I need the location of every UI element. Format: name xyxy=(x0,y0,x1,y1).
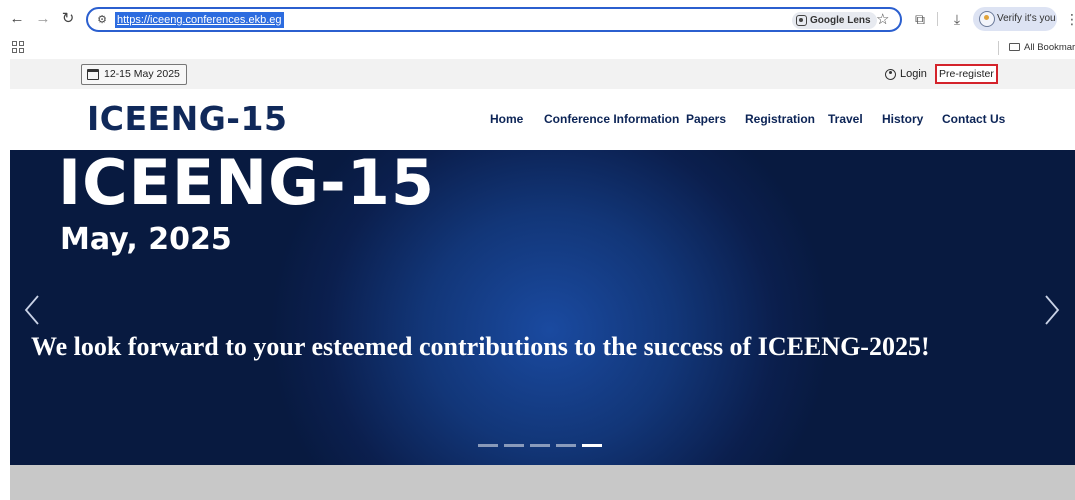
nav-history[interactable]: History xyxy=(882,111,923,127)
nav-registration[interactable]: Registration xyxy=(745,111,815,127)
google-lens-button[interactable]: Google Lens xyxy=(792,12,877,29)
site-header: ICEENG-15 Home Conference Information Pa… xyxy=(10,89,1075,150)
hero-carousel: ICEENG-15 May, 2025 We look forward to y… xyxy=(10,150,1075,465)
verify-label: Verify it's you xyxy=(997,13,1056,24)
star-icon[interactable]: ☆ xyxy=(876,11,889,29)
all-bookmarks-label: All Bookmark xyxy=(1024,42,1075,53)
nav-travel[interactable]: Travel xyxy=(828,111,863,127)
hero-subtitle: May, 2025 xyxy=(60,222,232,257)
user-icon xyxy=(885,68,896,80)
carousel-prev-button[interactable] xyxy=(20,290,46,330)
reload-icon[interactable]: ↻ xyxy=(58,9,78,29)
apps-icon[interactable] xyxy=(12,41,24,53)
chevron-left-icon xyxy=(24,295,39,325)
pre-register-link[interactable]: Pre-register xyxy=(935,64,998,84)
address-bar[interactable]: ⚙ https://iceeng.conferences.ekb.eg Goog… xyxy=(86,7,902,32)
login-label: Login xyxy=(900,68,927,80)
back-icon[interactable]: ← xyxy=(7,9,27,29)
carousel-indicators xyxy=(478,444,602,447)
browser-toolbar: ← → ↻ ⚙ https://iceeng.conferences.ekb.e… xyxy=(0,0,1075,38)
profile-badge-icon xyxy=(979,11,995,27)
nav-conference-information[interactable]: Conference Information xyxy=(544,111,679,127)
carousel-indicator[interactable] xyxy=(504,444,524,447)
carousel-next-button[interactable] xyxy=(1038,290,1064,330)
nav-contact-us[interactable]: Contact Us xyxy=(942,111,1005,127)
bookmarks-divider xyxy=(998,41,999,55)
carousel-indicator[interactable] xyxy=(556,444,576,447)
conference-date-text: 12-15 May 2025 xyxy=(104,68,180,80)
bookmarks-bar: All Bookmark xyxy=(0,38,1075,58)
verify-profile-button[interactable]: Verify it's you xyxy=(973,7,1057,31)
google-lens-icon xyxy=(796,15,807,26)
site-topbar: 12-15 May 2025 Login Pre-register xyxy=(10,59,1075,89)
carousel-indicator[interactable] xyxy=(478,444,498,447)
login-link[interactable]: Login xyxy=(885,66,927,82)
chevron-right-icon xyxy=(1045,295,1060,325)
folder-icon xyxy=(1009,43,1020,51)
nav-papers[interactable]: Papers xyxy=(686,111,726,127)
page-section-below xyxy=(10,465,1075,500)
all-bookmarks-button[interactable]: All Bookmark xyxy=(1009,40,1075,56)
extensions-icon[interactable]: ⧉ xyxy=(910,9,930,29)
carousel-indicator[interactable] xyxy=(530,444,550,447)
hero-message: We look forward to your esteemed contrib… xyxy=(31,332,930,361)
conference-date: 12-15 May 2025 xyxy=(81,64,187,85)
kebab-menu-icon[interactable]: ⋮ xyxy=(1065,9,1075,29)
nav-home[interactable]: Home xyxy=(490,111,523,127)
url-text[interactable]: https://iceeng.conferences.ekb.eg xyxy=(115,12,284,28)
google-lens-label: Google Lens xyxy=(810,15,871,26)
toolbar-divider xyxy=(937,12,938,26)
carousel-indicator-active[interactable] xyxy=(582,444,602,447)
forward-icon[interactable]: → xyxy=(33,9,53,29)
site-logo[interactable]: ICEENG-15 xyxy=(87,99,287,139)
calendar-icon xyxy=(87,69,99,80)
download-icon[interactable]: ⤓ xyxy=(947,9,967,29)
site-settings-icon[interactable]: ⚙ xyxy=(95,13,109,27)
hero-title: ICEENG-15 xyxy=(58,150,436,219)
